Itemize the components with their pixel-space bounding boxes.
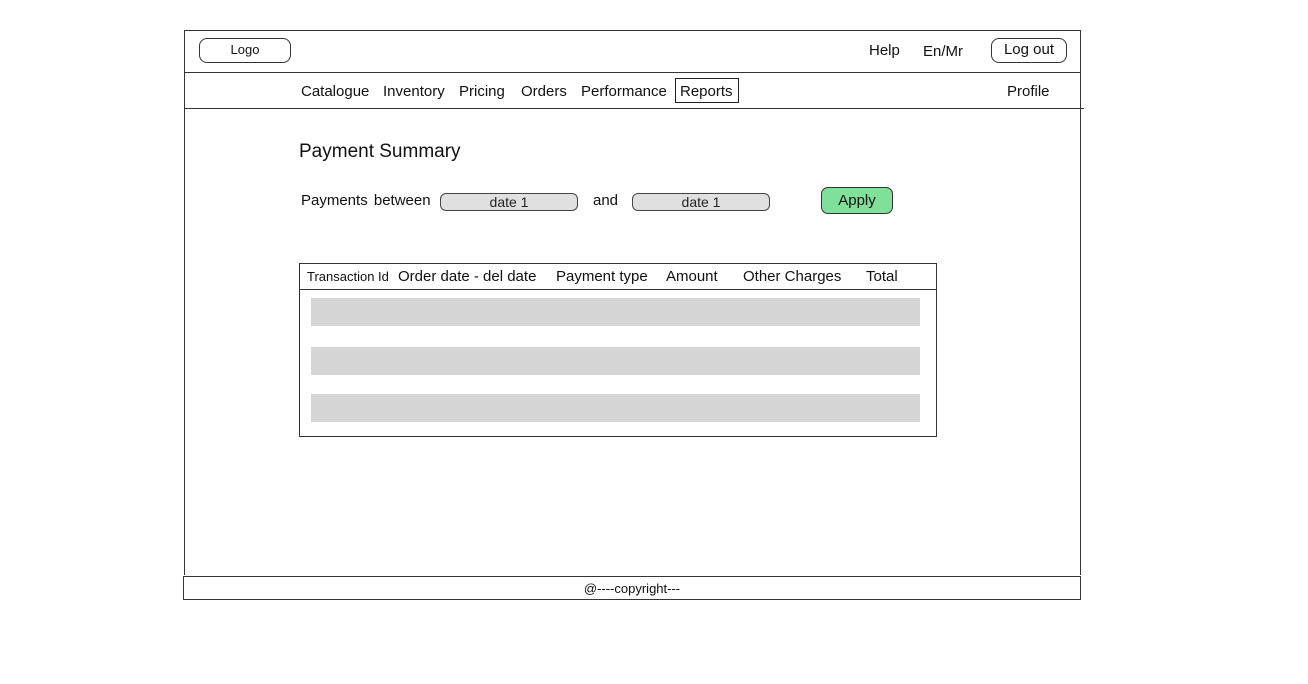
column-header-total[interactable]: Total: [866, 268, 898, 285]
date-to-field[interactable]: date 1: [632, 193, 770, 211]
logout-button[interactable]: Log out: [991, 38, 1067, 63]
table-row[interactable]: [311, 394, 920, 422]
column-header-other-charges[interactable]: Other Charges: [743, 268, 841, 285]
column-header-transaction-id[interactable]: Transaction Id: [307, 269, 389, 284]
nav-item-performance[interactable]: Performance: [581, 83, 667, 100]
nav-item-pricing[interactable]: Pricing: [459, 83, 505, 100]
column-header-amount[interactable]: Amount: [666, 268, 718, 285]
nav-divider: [184, 108, 1084, 109]
page-title: Payment Summary: [299, 141, 461, 162]
column-header-payment-type[interactable]: Payment type: [556, 268, 648, 285]
header-divider: [184, 72, 1081, 73]
logo[interactable]: Logo: [199, 38, 291, 63]
table-row[interactable]: [311, 347, 920, 375]
profile-link[interactable]: Profile: [1007, 83, 1050, 100]
help-link[interactable]: Help: [869, 42, 900, 59]
language-toggle[interactable]: En/Mr: [923, 43, 963, 60]
payments-between-label: Payments between: [301, 192, 431, 209]
nav-item-orders[interactable]: Orders: [521, 83, 567, 100]
nav-item-inventory[interactable]: Inventory: [383, 83, 445, 100]
apply-button[interactable]: Apply: [821, 187, 893, 214]
payment-summary-table: Transaction Id Order date - del date Pay…: [299, 263, 937, 437]
date-from-field[interactable]: date 1: [440, 193, 578, 211]
column-header-order-date[interactable]: Order date - del date: [398, 268, 536, 285]
table-row[interactable]: [311, 298, 920, 326]
nav-item-catalogue[interactable]: Catalogue: [301, 83, 369, 100]
footer-copyright: @----copyright---: [183, 576, 1081, 600]
and-label: and: [593, 192, 619, 209]
table-header-divider: [300, 289, 936, 290]
nav-item-reports[interactable]: Reports: [675, 78, 739, 103]
